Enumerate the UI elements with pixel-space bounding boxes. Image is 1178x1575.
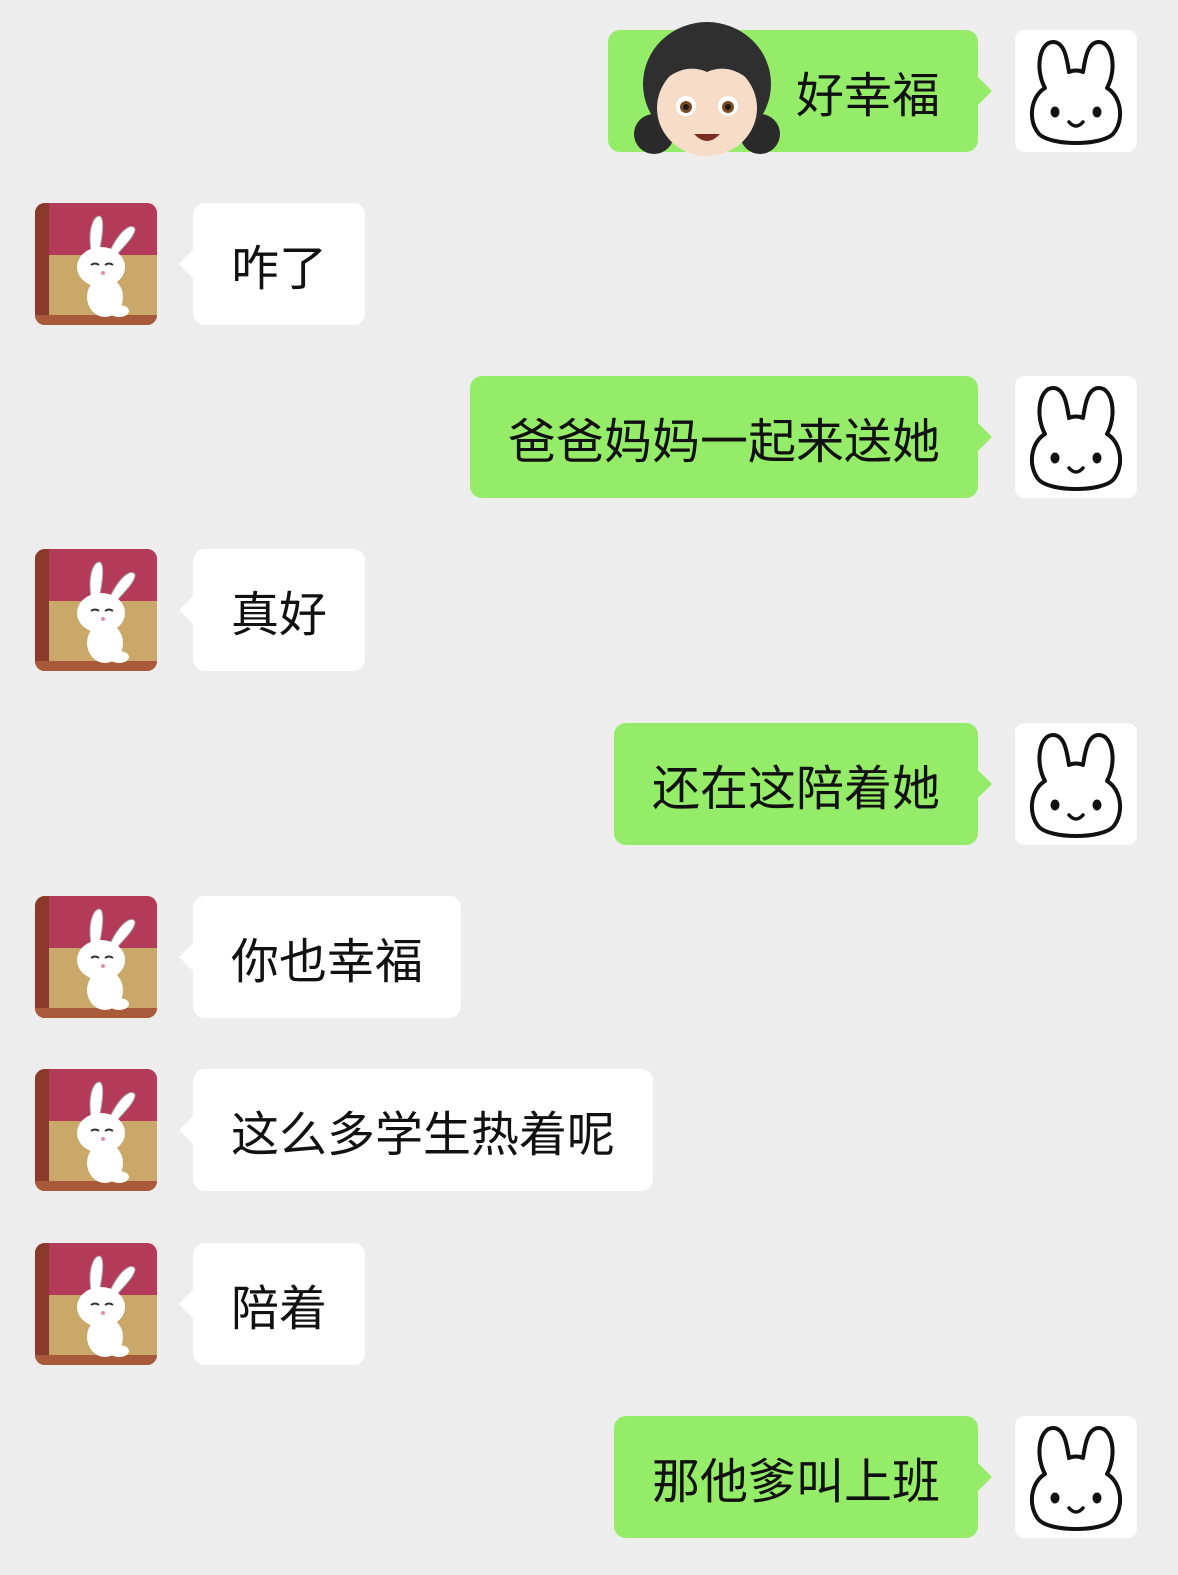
self-avatar[interactable] (1015, 723, 1137, 845)
girl-face-emoji-icon (632, 22, 782, 162)
message-row-other: 咋了 (0, 203, 1178, 325)
self-avatar[interactable] (1015, 30, 1137, 152)
white-bunny-avatar-icon (1015, 30, 1137, 152)
message-row-self: 那他爹叫上班 (0, 1416, 1178, 1538)
message-text: 咋了 (231, 241, 328, 297)
cartoon-rabbit-avatar-icon (35, 203, 157, 325)
self-avatar[interactable] (1015, 1416, 1137, 1538)
message-text: 陪着 (231, 1281, 328, 1337)
message-text: 真好 (231, 587, 328, 643)
message-bubble-other[interactable]: 真好 (178, 549, 366, 671)
message-row-other: 你也幸福 (0, 896, 1178, 1018)
message-text: 你也幸福 (231, 934, 424, 990)
message-row-other: 陪着 (0, 1243, 1178, 1365)
white-bunny-avatar-icon (1015, 723, 1137, 845)
message-row-self: 好幸福 (0, 30, 1178, 152)
message-row-other: 这么多学生热着呢 (0, 1069, 1178, 1191)
cartoon-rabbit-avatar-icon (35, 896, 157, 1018)
message-bubble-other[interactable]: 这么多学生热着呢 (178, 1069, 654, 1191)
message-row-other: 真好 (0, 549, 1178, 671)
chat-thread: 好幸福 咋了 爸爸妈妈一起来送她 真好 还在这陪着她 你也幸福 这么多学生热着呢… (0, 0, 1178, 1575)
message-bubble-other[interactable]: 陪着 (178, 1243, 366, 1365)
white-bunny-avatar-icon (1015, 376, 1137, 498)
other-avatar[interactable] (35, 203, 157, 325)
message-text: 那他爹叫上班 (651, 1454, 940, 1510)
message-bubble-self[interactable]: 还在这陪着她 (613, 723, 993, 845)
cartoon-rabbit-avatar-icon (35, 1243, 157, 1365)
message-bubble-other[interactable]: 你也幸福 (178, 896, 462, 1018)
white-bunny-avatar-icon (1015, 1416, 1137, 1538)
cartoon-rabbit-avatar-icon (35, 549, 157, 671)
other-avatar[interactable] (35, 1243, 157, 1365)
other-avatar[interactable] (35, 549, 157, 671)
self-avatar[interactable] (1015, 376, 1137, 498)
message-text: 这么多学生热着呢 (231, 1107, 616, 1163)
other-avatar[interactable] (35, 896, 157, 1018)
message-bubble-self[interactable]: 爸爸妈妈一起来送她 (469, 376, 993, 498)
cartoon-rabbit-avatar-icon (35, 1069, 157, 1191)
message-text: 还在这陪着她 (651, 761, 940, 817)
other-avatar[interactable] (35, 1069, 157, 1191)
message-row-self: 爸爸妈妈一起来送她 (0, 376, 1178, 498)
message-bubble-other[interactable]: 咋了 (178, 203, 366, 325)
message-text: 爸爸妈妈一起来送她 (507, 414, 940, 470)
message-row-self: 还在这陪着她 (0, 723, 1178, 845)
message-bubble-self[interactable]: 那他爹叫上班 (613, 1416, 993, 1538)
